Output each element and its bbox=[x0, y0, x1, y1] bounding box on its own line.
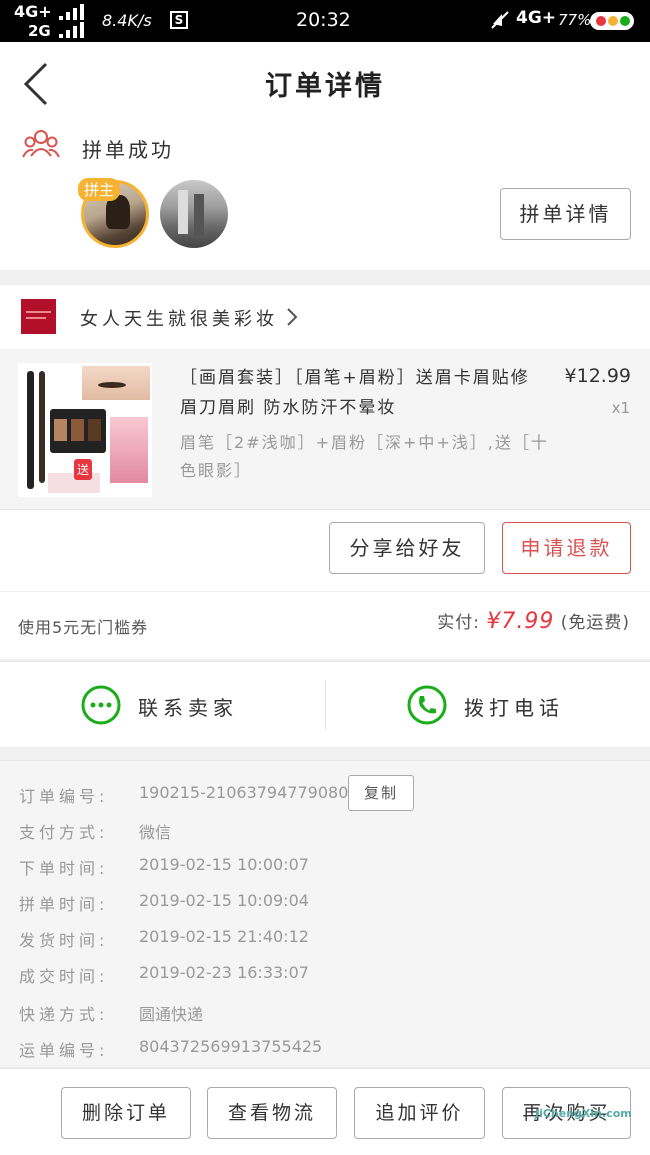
product-title: ［画眉套装］［眉笔+眉粉］送眉卡眉贴修眉刀眉刷 防水防汗不晕妆 bbox=[180, 368, 530, 418]
info-label: 订单编号: bbox=[19, 787, 109, 806]
signal-icon bbox=[59, 4, 84, 20]
contact-seller-label: 联系卖家 bbox=[138, 696, 238, 720]
mute-icon bbox=[491, 11, 509, 29]
info-label: 运单编号: bbox=[19, 1041, 109, 1060]
host-badge: 拼主 bbox=[78, 178, 121, 201]
refund-button[interactable]: 申请退款 bbox=[502, 522, 631, 574]
chat-icon bbox=[81, 685, 121, 725]
watermark: JiChengXin.com bbox=[535, 1107, 632, 1120]
battery-icon bbox=[590, 12, 634, 30]
group-detail-button[interactable]: 拼单详情 bbox=[500, 188, 631, 240]
network-type-bottom: 2G bbox=[28, 22, 51, 40]
gift-tag: 送 bbox=[74, 459, 93, 480]
share-button[interactable]: 分享给好友 bbox=[329, 522, 485, 574]
phone-icon bbox=[407, 685, 447, 725]
info-label: 快递方式: bbox=[19, 1005, 109, 1024]
group-time: 2019-02-15 10:09:04 bbox=[139, 891, 309, 910]
paid-label: 实付: bbox=[437, 613, 480, 633]
group-status: 拼单成功 bbox=[82, 138, 174, 162]
product-item[interactable]: 送 ［画眉套装］［眉笔+眉粉］送眉卡眉贴修眉刀眉刷 防水防汗不晕妆 眉笔［2#浅… bbox=[0, 349, 650, 509]
payment-summary: 使用5元无门槛券 实付: ¥7.99 (免运费) bbox=[0, 591, 650, 659]
order-time: 2019-02-15 10:00:07 bbox=[139, 855, 309, 874]
info-label: 支付方式: bbox=[19, 823, 109, 842]
payment-method: 微信 bbox=[139, 823, 172, 842]
shop-row[interactable]: 女人天生就很美彩妆 bbox=[0, 285, 650, 349]
shop-name: 女人天生就很美彩妆 bbox=[80, 309, 278, 330]
deal-time: 2019-02-23 16:33:07 bbox=[139, 963, 309, 982]
view-logistics-button[interactable]: 查看物流 bbox=[207, 1087, 337, 1139]
contact-bar: 联系卖家 拨打电话 bbox=[0, 661, 650, 747]
battery-percent: 77% bbox=[558, 11, 592, 29]
group-buy-section: 拼单成功 拼主 拼单详情 bbox=[0, 126, 650, 270]
network-speed: 8.4K/s bbox=[102, 11, 152, 30]
order-info: 订单编号: 190215-210637947790803 复制 支付方式: 微信… bbox=[0, 760, 650, 1066]
info-label: 发货时间: bbox=[19, 931, 109, 950]
ship-time: 2019-02-15 21:40:12 bbox=[139, 927, 309, 946]
nav-bar: 订单详情 bbox=[0, 42, 650, 126]
avatar-member[interactable] bbox=[160, 180, 228, 248]
order-number: 190215-210637947790803 bbox=[139, 783, 359, 802]
network-type-top: 4G+ bbox=[14, 2, 52, 21]
waybill-number: 804372569913755425 bbox=[139, 1037, 323, 1056]
group-success-icon bbox=[22, 130, 60, 158]
info-label: 下单时间: bbox=[19, 859, 109, 878]
paid-amount: ¥7.99 bbox=[486, 609, 555, 634]
courier: 圆通快递 bbox=[139, 1005, 204, 1024]
divider bbox=[325, 680, 326, 730]
copy-button[interactable]: 复制 bbox=[348, 775, 414, 811]
delete-order-button[interactable]: 删除订单 bbox=[61, 1087, 191, 1139]
chevron-right-icon bbox=[287, 308, 298, 326]
clock: 20:32 bbox=[296, 9, 351, 31]
page-title: 订单详情 bbox=[265, 71, 385, 102]
signal-icon bbox=[59, 22, 84, 38]
product-spec: 眉笔［2#浅咖］+眉粉［深+中+浅］,送［十色眼影］ bbox=[180, 433, 549, 480]
s-app-icon: S bbox=[170, 11, 188, 29]
network-type-right: 4G+ bbox=[516, 8, 557, 28]
shop-logo bbox=[21, 299, 56, 334]
add-review-button[interactable]: 追加评价 bbox=[354, 1087, 485, 1139]
info-label: 成交时间: bbox=[19, 967, 109, 986]
product-image: 送 bbox=[18, 363, 152, 497]
shipping-note: (免运费) bbox=[560, 613, 630, 633]
product-quantity: x1 bbox=[611, 399, 630, 417]
product-price: ¥12.99 bbox=[564, 365, 631, 387]
coupon-info: 使用5元无门槛券 bbox=[18, 618, 149, 637]
status-bar: 4G+ 2G 8.4K/s S 20:32 4G+ 77% bbox=[0, 0, 650, 42]
call-label: 拨打电话 bbox=[464, 696, 564, 720]
info-label: 拼单时间: bbox=[19, 895, 109, 914]
order-actions: 分享给好友 申请退款 bbox=[0, 509, 650, 591]
paid-summary: 实付: ¥7.99 (免运费) bbox=[437, 608, 630, 634]
